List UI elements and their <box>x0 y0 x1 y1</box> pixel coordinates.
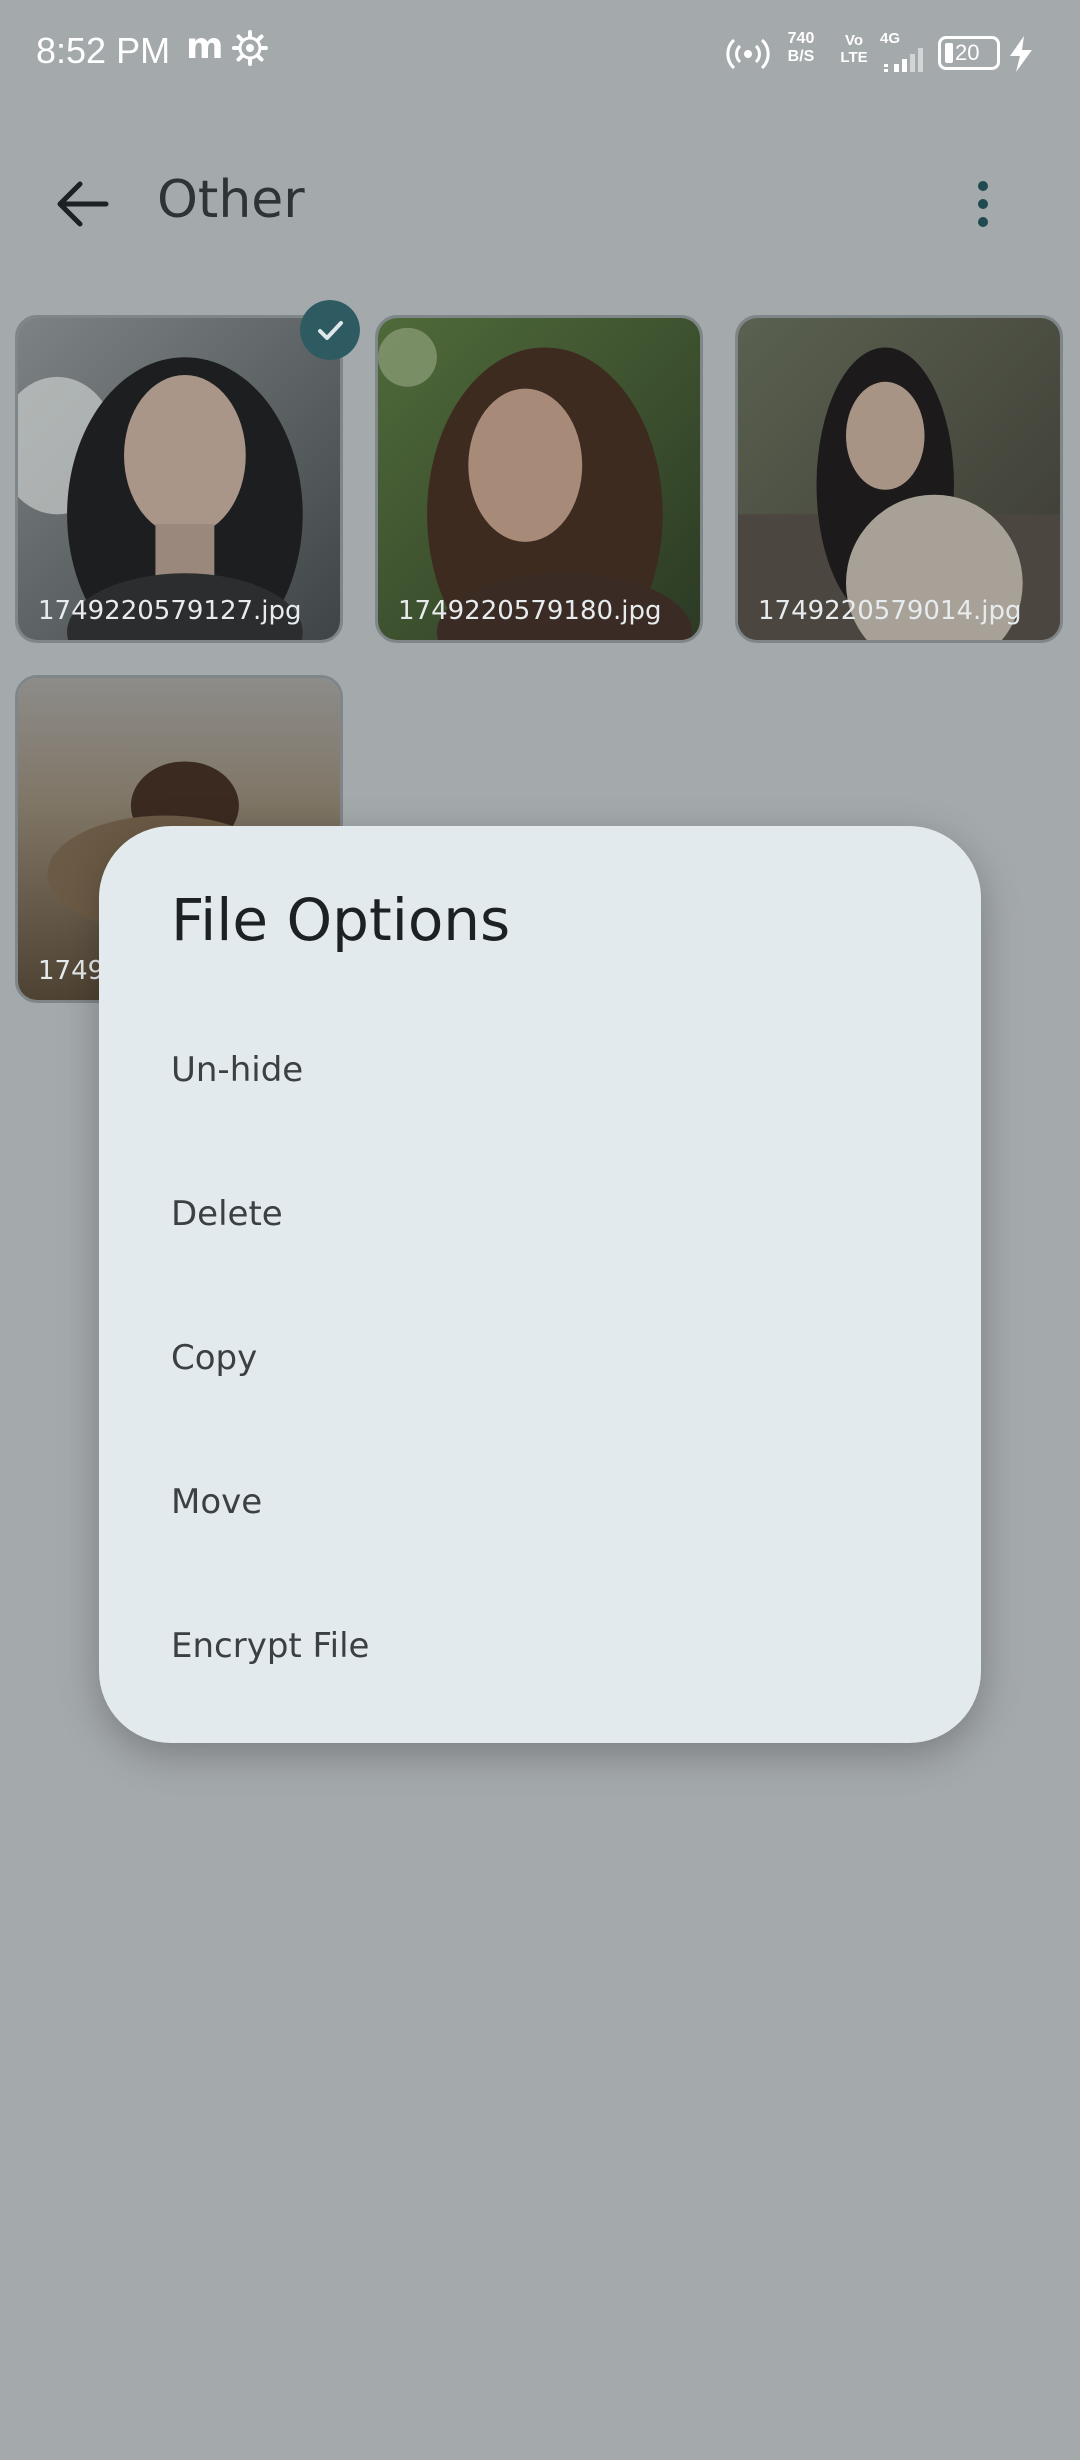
app-notification-icon: m <box>186 26 224 67</box>
photo-image <box>738 318 1060 640</box>
network-speed: 740 B/S <box>787 30 815 65</box>
photo-thumbnail[interactable]: 1749220579180.jpg <box>375 315 703 643</box>
option-encrypt-file[interactable]: Encrypt File <box>171 1626 369 1666</box>
signal-icon: 4G <box>880 30 928 74</box>
thumbnail-filename: 1749220579180.jpg <box>398 596 662 626</box>
battery-icon: 20 <box>938 36 1000 70</box>
file-options-dialog: File Options Un-hide Delete Copy Move En… <box>99 826 981 1743</box>
dialog-title: File Options <box>171 886 511 954</box>
thumbnail-filename: 1749 <box>38 956 105 986</box>
thumbnail-filename: 1749220579127.jpg <box>38 596 302 626</box>
more-vert-icon[interactable] <box>968 176 998 232</box>
hotspot-icon <box>726 38 770 70</box>
status-time: 8:52 PM <box>36 30 171 71</box>
option-unhide[interactable]: Un-hide <box>171 1050 303 1090</box>
settings-gear-icon <box>232 30 268 66</box>
volte-indicator: Vo LTE <box>840 32 868 66</box>
thumbnail-filename: 1749220579014.jpg <box>758 596 1022 626</box>
option-delete[interactable]: Delete <box>171 1194 283 1234</box>
photo-thumbnail[interactable]: 1749220579014.jpg <box>735 315 1063 643</box>
network-type: 4G <box>880 30 901 47</box>
status-bar: 8:52 PM m 740 B/S Vo LTE 4G 20 <box>0 0 1080 110</box>
option-move[interactable]: Move <box>171 1482 262 1522</box>
page-title: Other <box>157 170 305 230</box>
photo-image <box>18 318 340 640</box>
option-copy[interactable]: Copy <box>171 1338 257 1378</box>
arrow-left-icon[interactable] <box>52 176 116 232</box>
photo-image <box>378 318 700 640</box>
battery-level: 20 <box>955 40 980 65</box>
selected-check-icon <box>300 300 360 360</box>
photo-thumbnail[interactable]: 1749220579127.jpg <box>15 315 343 643</box>
charging-bolt-icon <box>1010 36 1032 72</box>
